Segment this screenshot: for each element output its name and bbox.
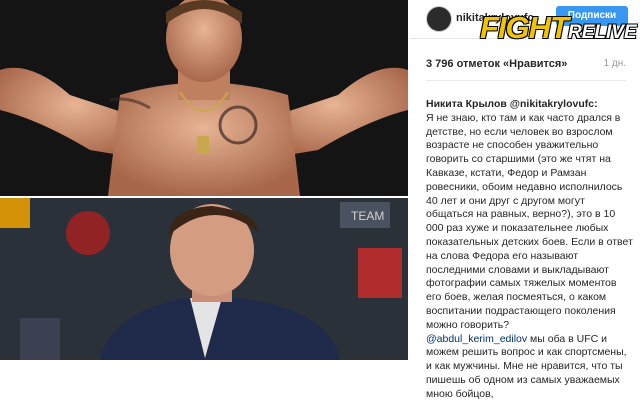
avatar[interactable] bbox=[426, 6, 452, 32]
fighter-weigh-in-photo bbox=[0, 0, 408, 196]
post-image[interactable]: TEAM bbox=[0, 0, 408, 360]
fighter-illustration bbox=[0, 0, 408, 196]
post-time: 1 дн. bbox=[603, 58, 626, 69]
brand-watermark: FIGHTRELIVE bbox=[480, 10, 637, 46]
post-panel: nikitakrylovufc Подписки FIGHTRELIVE 3 7… bbox=[410, 0, 640, 400]
post-caption: Никита Крылов @nikitakrylovufc: Я не зна… bbox=[426, 98, 634, 402]
caption-mention[interactable]: @abdul_kerim_edilov bbox=[426, 333, 527, 345]
likes-count[interactable]: 3 796 отметок «Нравится» bbox=[426, 58, 567, 70]
divider bbox=[426, 80, 626, 81]
caption-author[interactable]: Никита Крылов @nikitakrylovufc: bbox=[426, 98, 598, 110]
banner-text: TEAM bbox=[351, 209, 384, 223]
brand-main-text: FIGHT bbox=[480, 10, 569, 45]
press-illustration: TEAM bbox=[0, 198, 408, 360]
fighter-press-photo: TEAM bbox=[0, 198, 408, 360]
brand-suffix-text: RELIVE bbox=[568, 22, 637, 43]
post-header: nikitakrylovufc Подписки FIGHTRELIVE bbox=[410, 0, 640, 45]
caption-text: Я не знаю, кто там и как часто дрался в … bbox=[426, 111, 633, 331]
